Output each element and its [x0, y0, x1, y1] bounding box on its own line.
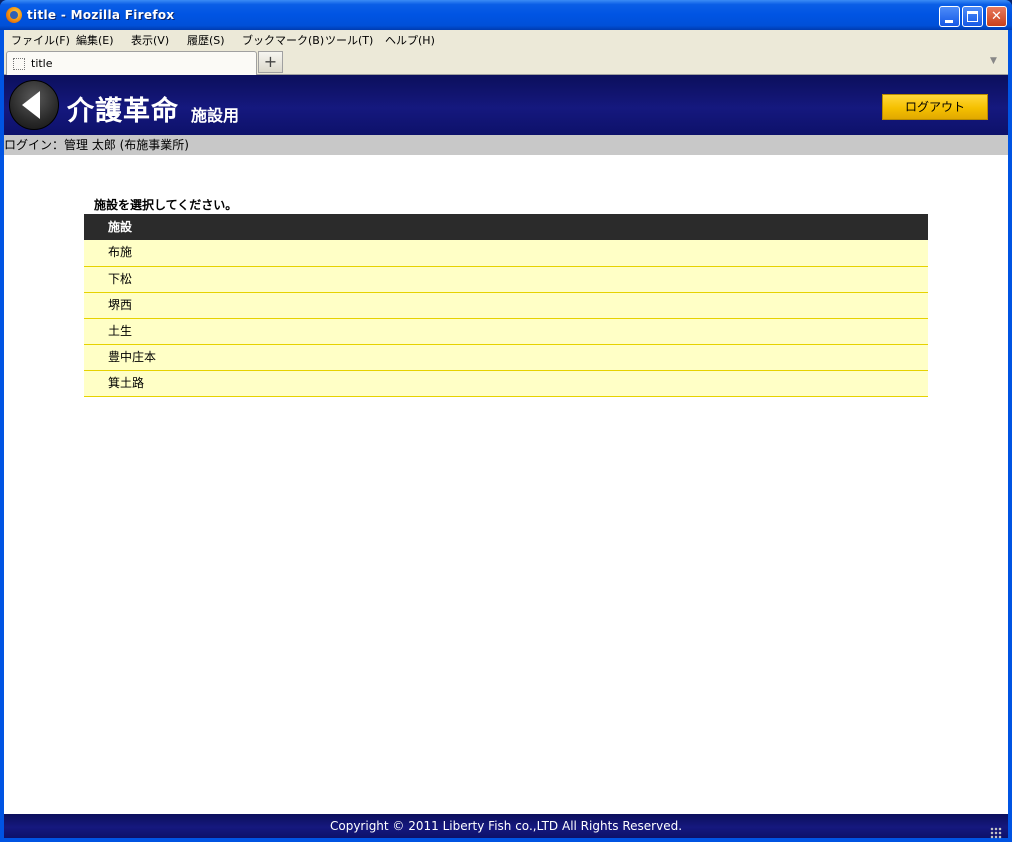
- close-button[interactable]: ✕: [986, 6, 1007, 27]
- menu-bookmarks[interactable]: ブックマーク(B): [242, 32, 324, 48]
- maximize-button[interactable]: [962, 6, 983, 27]
- minimize-icon: [945, 20, 953, 23]
- tab-strip: title + ▼: [4, 49, 1008, 75]
- app-header: 介護革命 施設用 ログアウト: [4, 75, 1008, 135]
- page-footer: Copyright © 2011 Liberty Fish co.,LTD Al…: [4, 814, 1008, 838]
- facility-row-fuse[interactable]: 布施: [84, 240, 928, 267]
- login-info: ログイン：管理 太郎 (布施事業所): [4, 135, 1008, 155]
- minimize-button[interactable]: [939, 6, 960, 27]
- facility-row-mitsuchiro[interactable]: 箕土路: [84, 370, 928, 397]
- menu-help[interactable]: ヘルプ(H): [385, 32, 435, 48]
- facility-row-sakainishi[interactable]: 堺西: [84, 292, 928, 319]
- back-arrow-icon[interactable]: [9, 80, 59, 130]
- menu-view[interactable]: 表示(V): [131, 32, 169, 48]
- facility-table: 施設 布施 下松 堺西 土生 豊中庄本 箕土路: [84, 214, 928, 397]
- menu-file[interactable]: ファイル(F): [11, 32, 70, 48]
- facility-row-kudamatsu[interactable]: 下松: [84, 266, 928, 293]
- menu-edit[interactable]: 編集(E): [76, 32, 114, 48]
- page-icon: [13, 58, 25, 70]
- tab-active[interactable]: title: [6, 51, 257, 75]
- window-title: title - Mozilla Firefox: [27, 8, 175, 22]
- app-subtitle: 施設用: [191, 106, 240, 125]
- app-title: 介護革命: [67, 96, 179, 127]
- facility-instruction: 施設を選択してください。: [94, 198, 238, 212]
- firefox-icon: [6, 7, 22, 23]
- new-tab-button[interactable]: +: [258, 51, 283, 73]
- maximize-icon: [967, 11, 978, 22]
- browser-window: title - Mozilla Firefox ✕ ファイル(F) 編集(E) …: [0, 0, 1012, 842]
- facility-row-toyonaka-shomoto[interactable]: 豊中庄本: [84, 344, 928, 371]
- chevron-down-icon[interactable]: ▼: [990, 56, 997, 66]
- logout-button[interactable]: ログアウト: [882, 94, 988, 120]
- menu-history[interactable]: 履歴(S): [187, 32, 225, 48]
- facility-column-header: 施設: [84, 214, 928, 240]
- page-viewport: 介護革命 施設用 ログアウト ログイン：管理 太郎 (布施事業所) 施設を選択し…: [4, 75, 1008, 838]
- tab-label: title: [31, 57, 53, 70]
- menu-bar: ファイル(F) 編集(E) 表示(V) 履歴(S) ブックマーク(B) ツール(…: [4, 30, 1008, 49]
- menu-tools[interactable]: ツール(T): [325, 32, 373, 48]
- window-titlebar[interactable]: title - Mozilla Firefox ✕: [0, 0, 1012, 30]
- facility-row-habu[interactable]: 土生: [84, 318, 928, 345]
- resize-grip[interactable]: [990, 827, 1002, 839]
- close-icon: ✕: [991, 9, 1002, 24]
